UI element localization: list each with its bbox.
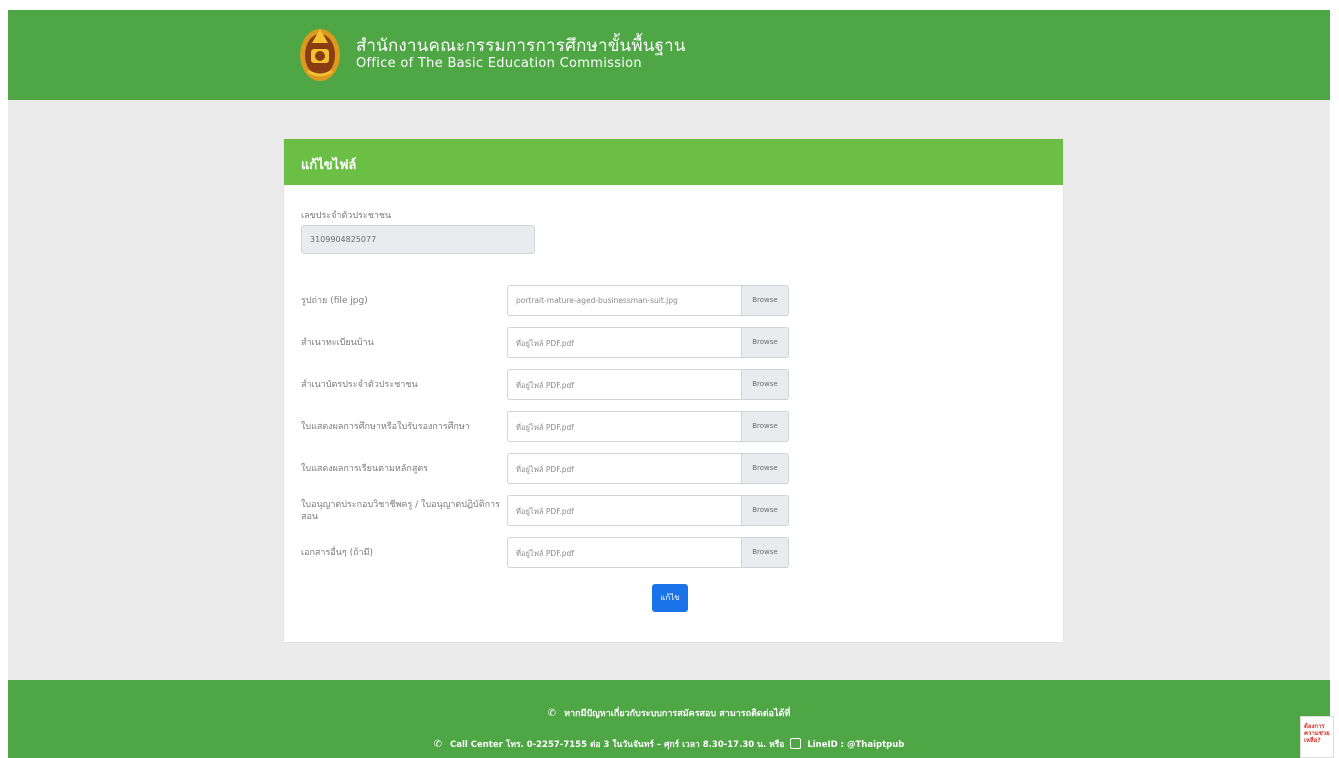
browse-button[interactable]: Browse: [741, 327, 789, 358]
submit-button[interactable]: แก้ไข: [652, 584, 688, 612]
upload-row-teaching-license: ใบอนุญาตประกอบวิชาชีพครู / ใบอนุญาตปฏิบั…: [284, 495, 1063, 527]
help-badge[interactable]: ต้องการ ความช่วยเหลือ?: [1300, 716, 1334, 758]
upload-row-education-certificate: ใบแสดงผลการศึกษาหรือใบรับรองการศึกษา ที่…: [284, 411, 1063, 443]
footer-contact-heading: ✆ หากมีปัญหาเกี่ยวกับระบบการสมัครสอบ สามา…: [8, 706, 1330, 720]
upload-label: รูปถ่าย (file jpg): [301, 296, 368, 306]
site-header: สำนักงานคณะกรรมการการศึกษาขั้นพื้นฐาน Of…: [8, 10, 1330, 100]
footer-call-center: ✆ Call Center โทร. 0-2257-7155 ต่อ 3 ในวั…: [8, 737, 1330, 751]
upload-label: เอกสารอื่นๆ (ถ้ามี): [301, 548, 374, 558]
line-app-icon: [790, 738, 802, 749]
upload-row-other-documents: เอกสารอื่นๆ (ถ้ามี) ที่อยู่ไฟล์ PDF.pdf …: [284, 537, 1063, 569]
file-path-input[interactable]: ที่อยู่ไฟล์ PDF.pdf: [507, 327, 742, 358]
phone-icon: ✆: [547, 708, 557, 719]
site-footer: ✆ หากมีปัญหาเกี่ยวกับระบบการสมัครสอบ สามา…: [8, 680, 1330, 758]
upload-row-transcript: ใบแสดงผลการเรียนตามหลักสูตร ที่อยู่ไฟล์ …: [284, 453, 1063, 485]
browse-button[interactable]: Browse: [741, 495, 789, 526]
upload-label: สำเนาบัตรประจำตัวประชาชน: [301, 380, 418, 390]
file-path-input[interactable]: ที่อยู่ไฟล์ PDF.pdf: [507, 411, 742, 442]
id-card-label: เลขประจำตัวประชาชน: [301, 211, 392, 221]
card-title: แก้ไขไฟล์: [301, 158, 357, 173]
help-badge-text: ต้องการ ความช่วยเหลือ?: [1304, 723, 1330, 744]
id-card-field: 3109904825077: [301, 225, 535, 254]
upload-label: สำเนาทะเบียนบ้าน: [301, 338, 374, 348]
file-path-input[interactable]: ที่อยู่ไฟล์ PDF.pdf: [507, 495, 742, 526]
obec-logo-icon: [300, 29, 340, 81]
upload-row-house-registration: สำเนาทะเบียนบ้าน ที่อยู่ไฟล์ PDF.pdf Bro…: [284, 327, 1063, 359]
page-frame: สำนักงานคณะกรรมการการศึกษาขั้นพื้นฐาน Of…: [8, 10, 1330, 758]
org-name-thai: สำนักงานคณะกรรมการการศึกษาขั้นพื้นฐาน: [356, 36, 686, 56]
browse-button[interactable]: Browse: [741, 411, 789, 442]
browse-button[interactable]: Browse: [741, 369, 789, 400]
file-path-input[interactable]: ที่อยู่ไฟล์ PDF.pdf: [507, 537, 742, 568]
phone-icon: ✆: [433, 739, 442, 750]
edit-files-card: แก้ไขไฟล์ เลขประจำตัวประชาชน 31099048250…: [284, 139, 1063, 642]
browse-button[interactable]: Browse: [741, 537, 789, 568]
upload-label: ใบแสดงผลการเรียนตามหลักสูตร: [301, 464, 429, 474]
upload-label: ใบแสดงผลการศึกษาหรือใบรับรองการศึกษา: [301, 422, 470, 432]
browse-button[interactable]: Browse: [741, 453, 789, 484]
upload-row-photo: รูปถ่าย (file jpg) portrait-mature-aged-…: [284, 285, 1063, 317]
line-id-text[interactable]: LineID : @Thaiptpub: [807, 740, 904, 750]
footer-contact-text: หากมีปัญหาเกี่ยวกับระบบการสมัครสอบ สามาร…: [564, 709, 791, 719]
org-name-english: Office of The Basic Education Commission: [356, 56, 642, 71]
file-path-input[interactable]: ที่อยู่ไฟล์ PDF.pdf: [507, 369, 742, 400]
file-path-input[interactable]: ที่อยู่ไฟล์ PDF.pdf: [507, 453, 742, 484]
card-header: แก้ไขไฟล์: [284, 139, 1063, 185]
upload-row-id-card-copy: สำเนาบัตรประจำตัวประชาชน ที่อยู่ไฟล์ PDF…: [284, 369, 1063, 401]
browse-button[interactable]: Browse: [741, 285, 789, 316]
call-center-text: Call Center โทร. 0-2257-7155 ต่อ 3 ในวัน…: [449, 740, 785, 750]
upload-label: ใบอนุญาตประกอบวิชาชีพครู / ใบอนุญาตปฏิบั…: [301, 500, 500, 522]
file-path-input[interactable]: portrait-mature-aged-businessman-suit.jp…: [507, 285, 742, 316]
